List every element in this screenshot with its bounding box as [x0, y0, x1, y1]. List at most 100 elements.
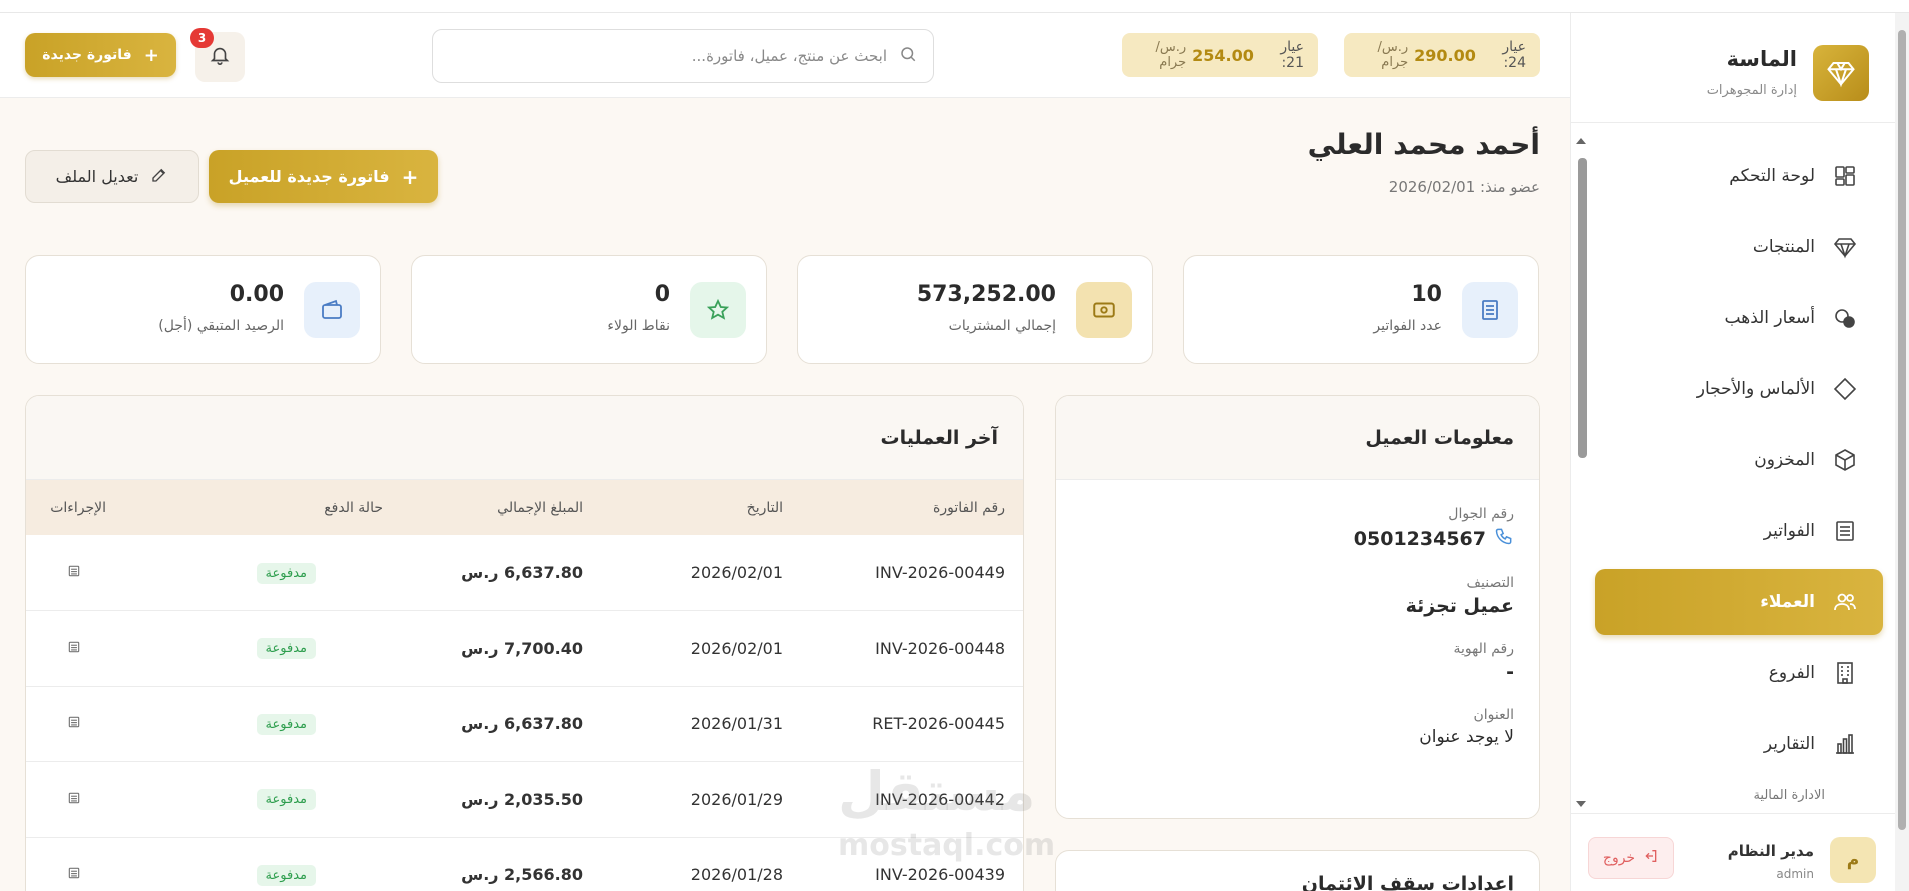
sidebar-item-branches[interactable]: الفروع: [1595, 640, 1883, 706]
search-placeholder: ابحث عن منتج، عميل، فاتورة...: [691, 47, 887, 65]
payment-status-cell: مدفوعة: [186, 610, 401, 687]
table-row[interactable]: INV-2026-00448 2026/02/01 7,700.40 ر.س م…: [26, 610, 1023, 687]
karat-24-price: 290.00: [1414, 45, 1476, 65]
chart-icon: [1831, 730, 1859, 758]
transactions-title: آخر العمليات: [26, 396, 1023, 480]
search-input[interactable]: ابحث عن منتج، عميل، فاتورة...: [432, 29, 934, 83]
sidebar-item-inventory[interactable]: المخزون: [1595, 427, 1883, 493]
sidebar-item-label: المنتجات: [1752, 237, 1815, 257]
brand-subtitle: إدارة المجوهرات: [1706, 83, 1797, 98]
sidebar-item-diamonds-stones[interactable]: الألماس والأحجار: [1595, 356, 1883, 422]
credit-limit-card: إعدادات سقف الائتمان: [1055, 850, 1540, 891]
sidebar-item-label: التقارير: [1763, 734, 1815, 754]
balance-value: 0.00: [229, 282, 284, 307]
stat-card-loyalty: 0 نقاط الولاء: [411, 255, 767, 364]
wallet-icon: [304, 282, 360, 338]
new-customer-invoice-label: فاتورة جديدة للعميل: [228, 167, 390, 186]
sidebar-item-products[interactable]: المنتجات: [1595, 214, 1883, 280]
diamond-logo-icon: [1813, 45, 1869, 101]
bell-icon: [209, 44, 231, 70]
view-invoice-icon[interactable]: [67, 563, 81, 582]
gold-price-24k-chip: عيار 24: 290.00 ر.س/جرام: [1344, 33, 1540, 77]
sidebar-item-label: الفروع: [1768, 663, 1815, 683]
sidebar-item-invoices[interactable]: الفواتير: [1595, 498, 1883, 564]
svg-text:$: $: [1847, 319, 1851, 327]
sidebar-item-dashboard[interactable]: لوحة التحكم: [1595, 143, 1883, 209]
address-label: العنوان: [1473, 707, 1514, 723]
customer-info-title: معلومات العميل: [1056, 396, 1539, 480]
stat-card-purchases: 573,252.00 إجمالي المشتريات: [797, 255, 1153, 364]
payment-status-cell: مدفوعة: [186, 837, 401, 891]
view-invoice-icon[interactable]: [67, 639, 81, 658]
table-row[interactable]: INV-2026-00449 2026/02/01 6,637.80 ر.س م…: [26, 535, 1023, 611]
edit-profile-button[interactable]: تعديل الملف: [25, 150, 199, 203]
watermark-arabic: مستقل: [838, 760, 1036, 823]
logout-button[interactable]: خروج: [1588, 837, 1674, 879]
status-badge: مدفوعة: [256, 789, 316, 811]
invoice-date: 2026/01/31: [601, 686, 801, 762]
invoice-number: RET-2026-00445: [801, 686, 1023, 762]
avatar: م: [1830, 837, 1876, 883]
plus-icon: +: [401, 164, 419, 189]
view-invoice-icon[interactable]: [67, 865, 81, 884]
sidebar-item-label: المخزون: [1754, 450, 1815, 470]
table-row[interactable]: RET-2026-00445 2026/01/31 6,637.80 ر.س م…: [26, 686, 1023, 762]
invoice-date: 2026/02/01: [601, 610, 801, 687]
invoice-amount: 6,637.80 ر.س: [401, 535, 601, 611]
brand: الماسة إدارة المجوهرات: [1589, 39, 1869, 109]
col-actions: الإجراءات: [50, 499, 106, 516]
col-date: التاريخ: [746, 499, 783, 516]
receipt-icon: [1462, 282, 1518, 338]
sidebar-item-reports[interactable]: التقارير: [1595, 711, 1883, 777]
invoice-date: 2026/01/28: [601, 837, 801, 891]
section-label-finance: الادارة المالية: [1753, 788, 1825, 803]
new-customer-invoice-button[interactable]: + فاتورة جديدة للعميل: [209, 150, 438, 203]
id-label: رقم الهوية: [1453, 641, 1514, 657]
user-footer: م مدير النظام admin خروج: [1570, 813, 1909, 891]
page-scrollbar[interactable]: [1898, 30, 1906, 830]
invoice-date: 2026/02/01: [601, 535, 801, 611]
logout-icon: [1643, 848, 1659, 868]
stat-card-balance: 0.00 الرصيد المتبقي (أجل): [25, 255, 381, 364]
payment-status-cell: مدفوعة: [186, 761, 401, 838]
purchases-total-label: إجمالي المشتريات: [948, 318, 1056, 334]
customer-name: أحمد محمد العلي: [1307, 128, 1540, 161]
view-invoice-icon[interactable]: [67, 714, 81, 733]
user-name: مدير النظام: [1727, 842, 1814, 860]
invoice-amount: 6,637.80 ر.س: [401, 686, 601, 762]
invoice-amount: 2,035.50 ر.س: [401, 761, 601, 838]
address-block: العنوان لا يوجد عنوان: [1056, 707, 1539, 747]
address-value: لا يوجد عنوان: [1419, 727, 1514, 747]
star-icon: [690, 282, 746, 338]
category-value: عميل تجزئة: [1405, 595, 1514, 617]
status-badge: مدفوعة: [256, 638, 316, 660]
status-badge: مدفوعة: [256, 864, 316, 886]
invoice-count-label: عدد الفواتير: [1373, 318, 1442, 334]
phone-icon: [1494, 526, 1514, 551]
purchases-total-value: 573,252.00: [916, 282, 1056, 307]
phone-block: رقم الجوال 0501234567: [1056, 506, 1539, 551]
watermark-latin: mostaql.com: [838, 828, 1056, 863]
logout-label: خروج: [1602, 850, 1636, 866]
divider: [1570, 122, 1909, 123]
sidebar-item-label: لوحة التحكم: [1729, 166, 1815, 186]
karat-21-price: 254.00: [1192, 45, 1254, 65]
box-icon: [1831, 446, 1859, 474]
sidebar-item-gold-prices[interactable]: $ أسعار الذهب: [1595, 285, 1883, 351]
sidebar-scrollbar[interactable]: [1578, 158, 1587, 458]
scroll-down-arrow[interactable]: [1576, 801, 1586, 807]
diamond-icon: [1831, 233, 1859, 261]
view-invoice-icon[interactable]: [67, 790, 81, 809]
customer-info-card: معلومات العميل رقم الجوال 0501234567 الت…: [1055, 395, 1540, 819]
main-content: أحمد محمد العلي عضو منذ: 2026/02/01 + فا…: [0, 98, 1570, 891]
karat-21-label: عيار 21:: [1280, 39, 1304, 71]
new-invoice-button[interactable]: + فاتورة جديدة: [25, 33, 176, 77]
sidebar-item-customers[interactable]: العملاء: [1595, 569, 1883, 635]
new-invoice-label: فاتورة جديدة: [42, 47, 132, 63]
notification-badge: 3: [190, 28, 214, 48]
invoice-number: INV-2026-00448: [801, 610, 1023, 687]
sidebar-item-label: الفواتير: [1763, 521, 1815, 541]
invoice-number: INV-2026-00449: [801, 535, 1023, 611]
status-badge: مدفوعة: [256, 713, 316, 735]
scroll-up-arrow[interactable]: [1576, 138, 1586, 144]
